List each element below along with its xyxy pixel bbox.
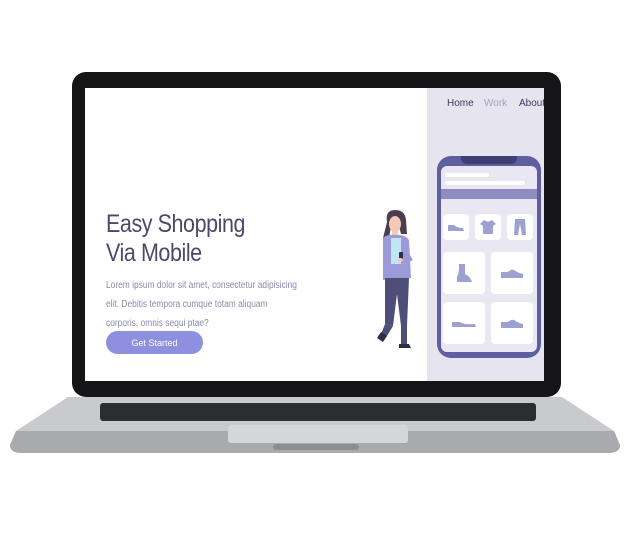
- sneaker-icon: [452, 322, 476, 327]
- phone-notch: [461, 156, 517, 164]
- phone-mockup: [437, 156, 541, 358]
- hero-title-line-2: Via Mobile: [106, 239, 202, 267]
- keyboard: [100, 403, 536, 421]
- shoe-icon: [501, 319, 523, 328]
- hero-title: Easy Shopping Via Mobile: [106, 210, 245, 268]
- sneaker-icon: [448, 225, 464, 231]
- product-tile[interactable]: [475, 214, 501, 240]
- hero-description: Lorem ipsum dolor sit amet, consectetur …: [106, 276, 308, 333]
- product-tile[interactable]: [443, 302, 485, 344]
- nav-home[interactable]: Home: [447, 98, 474, 109]
- nav-work[interactable]: Work: [484, 98, 507, 109]
- boot-icon: [457, 264, 472, 282]
- woman-illustration: [377, 210, 413, 348]
- tshirt-icon: [480, 220, 496, 234]
- shoe-icon: [501, 269, 523, 278]
- laptop-screen: Home Work About Easy Shopping Via Mobile…: [85, 88, 544, 381]
- nav-about[interactable]: About: [519, 98, 544, 109]
- product-tile[interactable]: [443, 252, 485, 294]
- product-tile[interactable]: [491, 252, 533, 294]
- hero-title-line-1: Easy Shopping: [106, 210, 246, 238]
- hero-description-line-1: Lorem ipsum dolor sit amet, consectetur …: [106, 280, 297, 291]
- pants-icon: [514, 219, 526, 235]
- get-started-button[interactable]: Get Started: [106, 331, 203, 354]
- phone-header-line: [445, 173, 489, 177]
- product-tile[interactable]: [507, 214, 533, 240]
- hero-description-line-2: elit. Debitis tempora cumque totam aliqu…: [106, 299, 268, 310]
- product-tile[interactable]: [491, 302, 533, 344]
- product-tile[interactable]: [443, 214, 469, 240]
- phone-header-line: [445, 181, 525, 185]
- trackpad[interactable]: [228, 425, 408, 443]
- phone-banner: [441, 189, 537, 199]
